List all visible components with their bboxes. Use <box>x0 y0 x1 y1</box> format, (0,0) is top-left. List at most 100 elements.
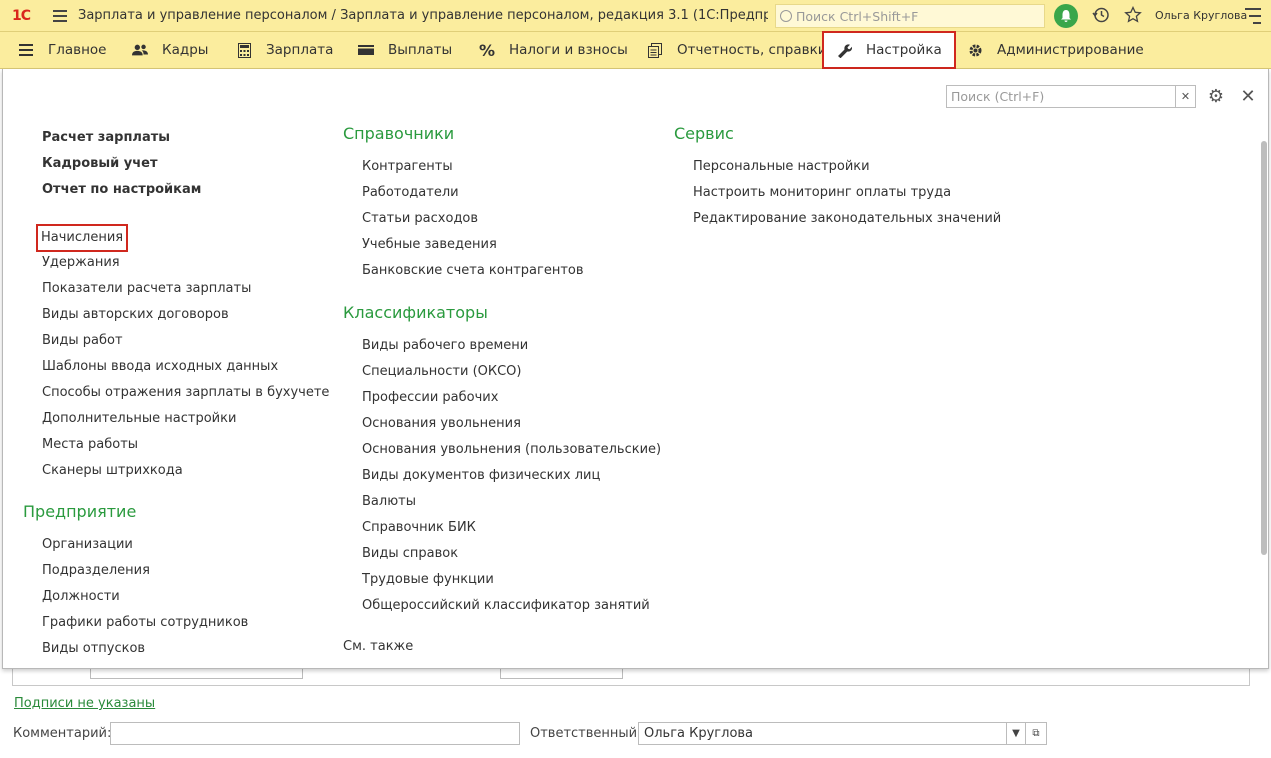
link-workplaces[interactable]: Места работы <box>42 432 329 458</box>
dropdown-arrow-icon[interactable]: ▼ <box>1006 722 1026 745</box>
section-label: Администрирование <box>997 42 1144 58</box>
link-work-time-types[interactable]: Виды рабочего времени <box>362 333 661 359</box>
main-menu-button[interactable] <box>42 0 78 32</box>
gear-icon <box>967 42 983 58</box>
link-currencies[interactable]: Валюты <box>362 489 661 515</box>
group-enterprise: Предприятие <box>23 499 136 525</box>
wallet-icon <box>358 42 374 58</box>
section-label: Настройка <box>866 42 942 58</box>
section-label: Налоги и взносы <box>509 42 628 58</box>
date-field-partial[interactable] <box>500 669 623 679</box>
link-vacation-types[interactable]: Виды отпусков <box>42 636 248 662</box>
section-settings[interactable]: Настройка <box>822 31 956 69</box>
settings-menu-icon[interactable] <box>1243 8 1261 24</box>
panel-settings-gear-icon[interactable]: ⚙ <box>1206 87 1226 107</box>
group-title-classifiers: Классификаторы <box>343 303 488 322</box>
link-additional-settings[interactable]: Дополнительные настройки <box>42 406 329 432</box>
signatures-link[interactable]: Подписи не указаны <box>14 696 155 711</box>
close-icon[interactable]: ✕ <box>1238 87 1258 107</box>
link-payroll-calc[interactable]: Расчет зарплаты <box>42 125 201 151</box>
link-work-schedules[interactable]: Графики работы сотрудников <box>42 610 248 636</box>
comment-field[interactable] <box>110 722 520 745</box>
link-employers[interactable]: Работодатели <box>362 180 584 206</box>
link-occupations-classifier[interactable]: Общероссийский классификатор занятий <box>362 593 661 619</box>
link-settings-report[interactable]: Отчет по настройкам <box>42 177 201 203</box>
group-title-catalogs: Справочники <box>343 124 455 143</box>
group-catalogs: Справочники <box>343 121 454 147</box>
link-bik-directory[interactable]: Справочник БИК <box>362 515 661 541</box>
link-author-contract-types[interactable]: Виды авторских договоров <box>42 302 329 328</box>
app-logo: 1С <box>11 7 31 24</box>
link-identity-document-types[interactable]: Виды документов физических лиц <box>362 463 661 489</box>
people-icon <box>132 42 148 58</box>
section-label: Выплаты <box>388 42 453 58</box>
sections-panel: Главное Кадры Зарплата Выплаты % Налоги … <box>0 31 1271 69</box>
link-payroll-monitoring[interactable]: Настроить мониторинг оплаты труда <box>693 180 1001 206</box>
link-certificate-types[interactable]: Виды справок <box>362 541 661 567</box>
group-classifiers-links: Виды рабочего времени Специальности (ОКС… <box>362 333 661 619</box>
section-label: Зарплата <box>266 42 334 58</box>
title-bar: 1С Зарплата и управление персоналом / За… <box>0 0 1271 32</box>
link-legislative-values[interactable]: Редактирование законодательных значений <box>693 206 1001 232</box>
link-accruals[interactable]: Начисления <box>36 224 129 252</box>
link-labor-functions[interactable]: Трудовые функции <box>362 567 661 593</box>
link-input-templates[interactable]: Шаблоны ввода исходных данных <box>42 354 329 380</box>
panel-search-input[interactable] <box>947 86 1175 107</box>
clear-icon[interactable]: ✕ <box>1175 86 1195 107</box>
link-deductions[interactable]: Удержания <box>42 250 329 276</box>
section-reports[interactable]: Отчетность, справки <box>647 32 827 68</box>
see-also-block: См. также <box>343 634 413 660</box>
scrollbar-thumb[interactable] <box>1261 141 1267 555</box>
link-worker-professions[interactable]: Профессии рабочих <box>362 385 661 411</box>
group-service: Сервис <box>674 121 734 147</box>
group-catalogs-links: Контрагенты Работодатели Статьи расходов… <box>362 154 584 284</box>
link-specialties-okso[interactable]: Специальности (ОКСО) <box>362 359 661 385</box>
link-organizations[interactable]: Организации <box>42 532 248 558</box>
global-search-input[interactable]: Поиск Ctrl+Shift+F <box>775 4 1045 28</box>
link-personal-settings[interactable]: Персональные настройки <box>693 154 1001 180</box>
section-salary[interactable]: Зарплата <box>236 32 333 68</box>
section-hr[interactable]: Кадры <box>132 32 208 68</box>
link-dismissal-grounds-custom[interactable]: Основания увольнения (пользовательские) <box>362 437 661 463</box>
link-departments[interactable]: Подразделения <box>42 558 248 584</box>
current-user[interactable]: Ольга Круглова <box>1155 9 1247 22</box>
link-expense-items[interactable]: Статьи расходов <box>362 206 584 232</box>
link-work-types[interactable]: Виды работ <box>42 328 329 354</box>
section-administration[interactable]: Администрирование <box>967 32 1144 68</box>
menu-icon <box>18 42 34 58</box>
column-main-links: Начисления Удержания Показатели расчета … <box>36 224 329 484</box>
wrench-icon <box>836 42 852 58</box>
link-educational-institutions[interactable]: Учебные заведения <box>362 232 584 258</box>
group-title-service: Сервис <box>674 124 734 143</box>
panel-search: ✕ <box>946 85 1196 108</box>
search-icon <box>780 10 792 22</box>
link-see-also[interactable]: См. также <box>343 634 413 660</box>
responsible-label: Ответственный: <box>530 726 642 741</box>
reports-icon <box>647 42 663 58</box>
percent-icon: % <box>478 40 496 60</box>
link-barcode-scanners[interactable]: Сканеры штрихкода <box>42 458 329 484</box>
open-icon[interactable]: ⧉ <box>1025 722 1047 745</box>
link-counterparty-bank-accounts[interactable]: Банковские счета контрагентов <box>362 258 584 284</box>
group-classifiers: Классификаторы <box>343 300 488 326</box>
section-payments[interactable]: Выплаты <box>358 32 452 68</box>
link-positions[interactable]: Должности <box>42 584 248 610</box>
section-taxes[interactable]: % Налоги и взносы <box>479 32 628 68</box>
responsible-field[interactable]: Ольга Круглова <box>638 722 1007 745</box>
section-main[interactable]: Главное <box>18 32 106 68</box>
payment-field-partial[interactable] <box>90 669 303 679</box>
global-search-placeholder: Поиск Ctrl+Shift+F <box>796 8 919 24</box>
link-accounting-reflection[interactable]: Способы отражения зарплаты в бухучете <box>42 380 329 406</box>
section-label: Кадры <box>162 42 209 58</box>
link-dismissal-grounds[interactable]: Основания увольнения <box>362 411 661 437</box>
document-form: Подписи не указаны Комментарий: Ответств… <box>0 669 1271 758</box>
calculator-icon <box>236 42 252 58</box>
link-payroll-indicators[interactable]: Показатели расчета зарплаты <box>42 276 329 302</box>
notifications-bell-icon[interactable] <box>1054 4 1078 28</box>
comment-label: Комментарий: <box>13 726 112 741</box>
group-enterprise-links: Организации Подразделения Должности Граф… <box>42 532 248 662</box>
favorites-star-icon[interactable] <box>1124 5 1142 24</box>
history-icon[interactable] <box>1092 6 1110 24</box>
link-hr-accounting[interactable]: Кадровый учет <box>42 151 201 177</box>
link-counterparties[interactable]: Контрагенты <box>362 154 584 180</box>
